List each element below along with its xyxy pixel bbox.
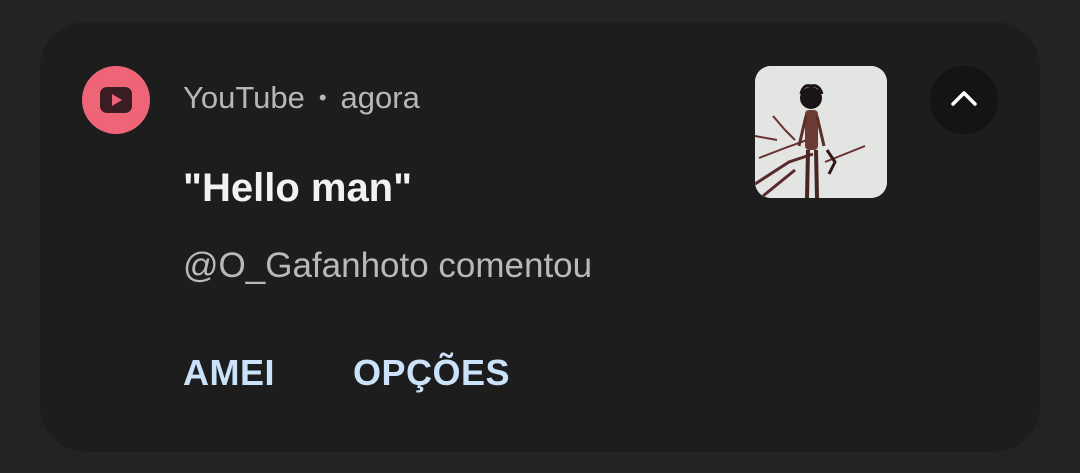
notification-subtitle: @O_Gafanhoto comentou [183,246,593,285]
notification-card[interactable]: YouTube • agora "Hello man" @O_Gafanhoto… [40,22,1040,452]
app-name: YouTube [183,80,305,115]
notification-actions: AMEI OPÇÕES [183,352,510,394]
expand-button[interactable] [930,66,998,134]
youtube-icon [82,66,150,134]
notification-header: YouTube • agora [183,80,420,116]
notification-title: "Hello man" [183,166,413,210]
header-separator: • [318,85,327,110]
like-button[interactable]: AMEI [183,352,275,394]
notification-time: agora [340,80,420,115]
video-thumbnail[interactable] [755,66,887,198]
chevron-up-icon [947,81,981,120]
options-button[interactable]: OPÇÕES [353,352,510,394]
